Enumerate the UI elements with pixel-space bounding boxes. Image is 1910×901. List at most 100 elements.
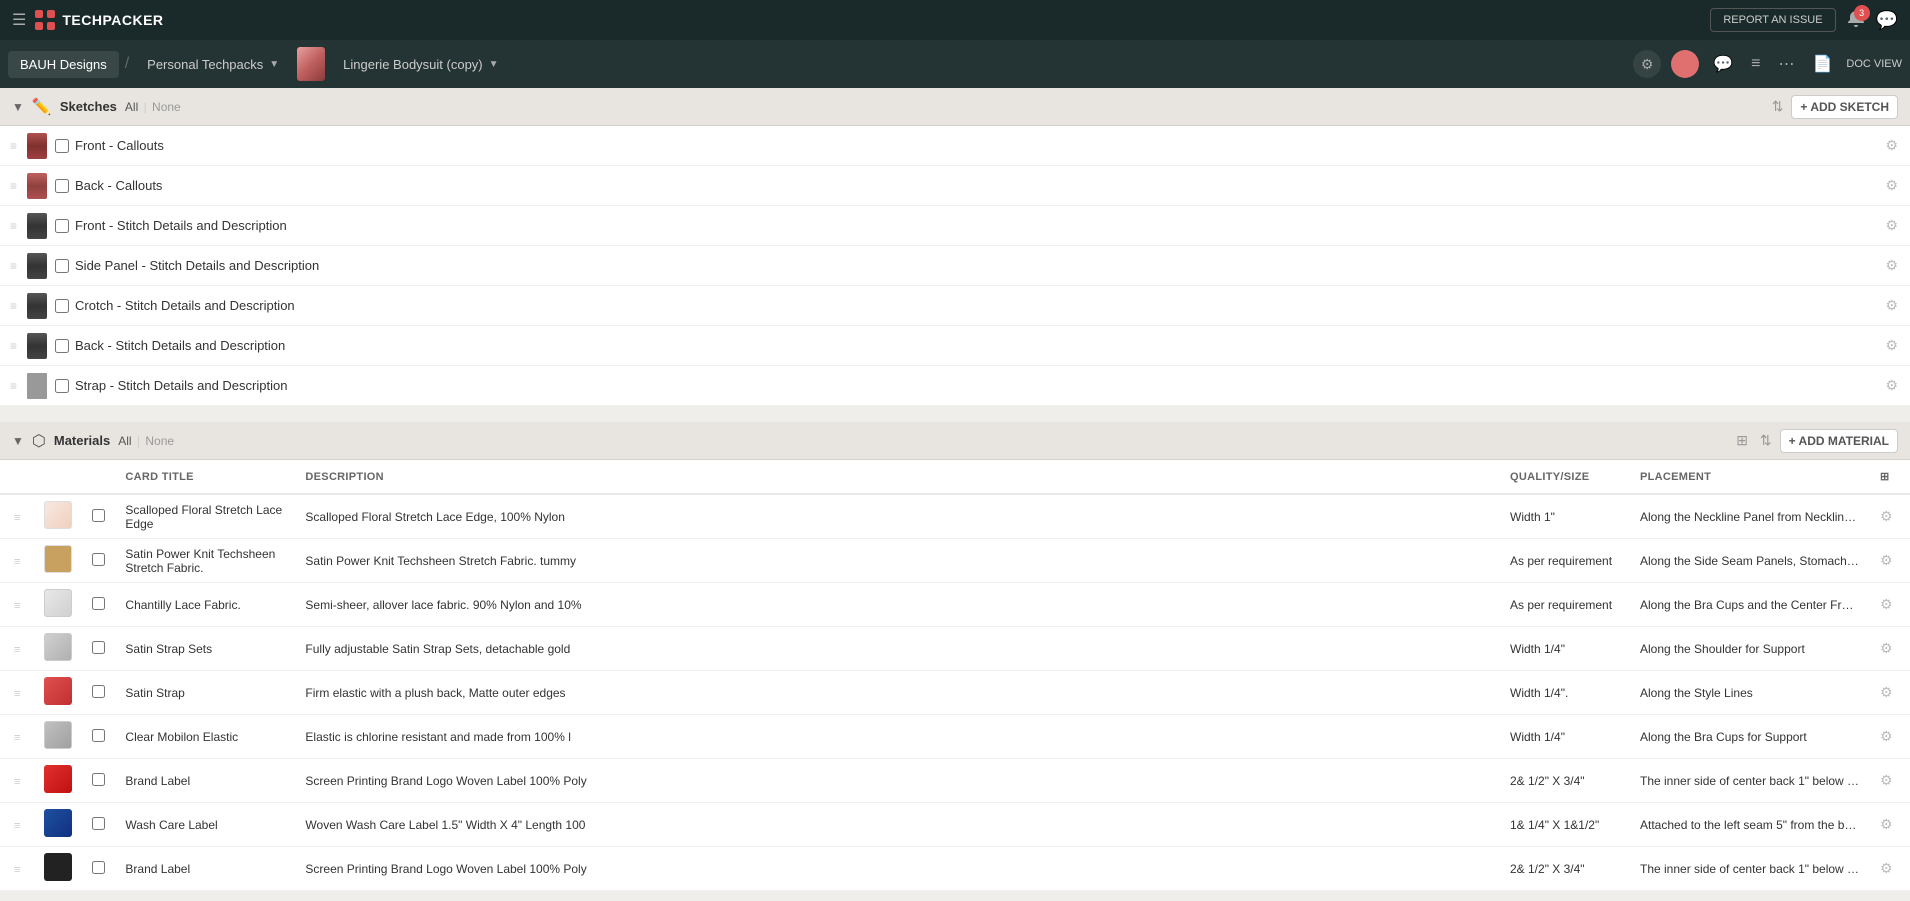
material-checkbox-cell[interactable]: [82, 715, 115, 759]
material-checkbox-cell[interactable]: [82, 494, 115, 539]
sketches-toggle-icon[interactable]: ▼: [12, 100, 24, 114]
row-drag-handle[interactable]: ≡: [0, 627, 34, 671]
material-checkbox[interactable]: [92, 509, 105, 522]
material-settings-cell[interactable]: ⚙: [1870, 715, 1910, 759]
product-tab[interactable]: Lingerie Bodysuit (copy) ▼: [331, 51, 510, 78]
more-options-icon[interactable]: ⋯: [1774, 50, 1798, 78]
drag-handle-icon[interactable]: ≡: [8, 140, 19, 152]
material-checkbox[interactable]: [92, 817, 105, 830]
material-checkbox[interactable]: [92, 597, 105, 610]
comment-icon[interactable]: 💬: [1709, 50, 1737, 78]
row-drag-handle[interactable]: ≡: [0, 539, 34, 583]
sketch-name: Crotch - Stitch Details and Description: [75, 298, 1875, 313]
material-settings-cell[interactable]: ⚙: [1870, 847, 1910, 891]
material-settings-cell[interactable]: ⚙: [1870, 803, 1910, 847]
mat-filter-none-label[interactable]: None: [145, 434, 174, 448]
sketches-filter: All | None: [125, 100, 181, 114]
material-checkbox[interactable]: [92, 773, 105, 786]
sketch-settings-icon[interactable]: ⚙: [1881, 295, 1902, 316]
sketch-checkbox[interactable]: [55, 299, 69, 313]
materials-table-wrap: Card Title DESCRIPTION QUALITY/SIZE PLAC…: [0, 460, 1910, 891]
material-settings-icon[interactable]: ⚙: [1880, 772, 1893, 788]
row-drag-handle[interactable]: ≡: [0, 671, 34, 715]
row-drag-handle[interactable]: ≡: [0, 583, 34, 627]
sketch-checkbox[interactable]: [55, 139, 69, 153]
notifications-icon[interactable]: 3: [1846, 9, 1866, 32]
material-settings-cell[interactable]: ⚙: [1870, 494, 1910, 539]
sketch-checkbox[interactable]: [55, 259, 69, 273]
drag-handle-icon[interactable]: ≡: [8, 300, 19, 312]
row-drag-handle[interactable]: ≡: [0, 803, 34, 847]
drag-handle-icon[interactable]: ≡: [8, 180, 19, 192]
filter-none-label[interactable]: None: [152, 100, 181, 114]
sketch-settings-icon[interactable]: ⚙: [1881, 215, 1902, 236]
sketch-thumbnail: [25, 211, 49, 241]
sketch-settings-icon[interactable]: ⚙: [1881, 375, 1902, 396]
doc-view-label[interactable]: DOC VIEW: [1846, 58, 1902, 70]
material-checkbox[interactable]: [92, 861, 105, 874]
row-drag-handle[interactable]: ≡: [0, 847, 34, 891]
row-drag-handle[interactable]: ≡: [0, 494, 34, 539]
sketch-checkbox[interactable]: [55, 179, 69, 193]
sketch-settings-icon[interactable]: ⚙: [1881, 255, 1902, 276]
mat-filter-all-label[interactable]: All: [118, 434, 131, 448]
mat-grid-icon[interactable]: ⊞: [1732, 428, 1752, 453]
drag-handle-icon[interactable]: ≡: [8, 340, 19, 352]
material-settings-icon[interactable]: ⚙: [1880, 508, 1893, 524]
material-checkbox[interactable]: [92, 729, 105, 742]
chat-icon[interactable]: 💬: [1876, 10, 1898, 31]
material-checkbox-cell[interactable]: [82, 671, 115, 715]
add-material-button[interactable]: + ADD MATERIAL: [1780, 429, 1898, 453]
row-drag-handle[interactable]: ≡: [0, 715, 34, 759]
table-header-row: Card Title DESCRIPTION QUALITY/SIZE PLAC…: [0, 460, 1910, 494]
avatar[interactable]: [1671, 50, 1699, 78]
sketch-settings-icon[interactable]: ⚙: [1881, 175, 1902, 196]
materials-toggle-icon[interactable]: ▼: [12, 434, 24, 448]
sketch-settings-icon[interactable]: ⚙: [1881, 335, 1902, 356]
sketch-settings-icon[interactable]: ⚙: [1881, 135, 1902, 156]
report-issue-button[interactable]: REPORT AN ISSUE: [1710, 8, 1835, 32]
material-settings-icon[interactable]: ⚙: [1880, 552, 1893, 568]
tab-bar: BAUH Designs / Personal Techpacks ▼ Ling…: [0, 40, 1910, 88]
material-settings-icon[interactable]: ⚙: [1880, 728, 1893, 744]
material-settings-cell[interactable]: ⚙: [1870, 759, 1910, 803]
notif-count: 3: [1854, 5, 1870, 21]
material-checkbox-cell[interactable]: [82, 627, 115, 671]
menu-icon[interactable]: ☰: [12, 10, 26, 30]
material-settings-cell[interactable]: ⚙: [1870, 539, 1910, 583]
filter-icon[interactable]: ≡: [1747, 51, 1764, 77]
sketch-checkbox[interactable]: [55, 219, 69, 233]
row-drag-handle[interactable]: ≡: [0, 759, 34, 803]
material-settings-icon[interactable]: ⚙: [1880, 640, 1893, 656]
workspace-tab[interactable]: BAUH Designs: [8, 51, 119, 78]
material-checkbox-cell[interactable]: [82, 583, 115, 627]
material-quality-cell: As per requirement: [1500, 539, 1630, 583]
settings-button[interactable]: ⚙: [1633, 50, 1661, 78]
material-checkbox-cell[interactable]: [82, 803, 115, 847]
material-checkbox-cell[interactable]: [82, 759, 115, 803]
material-settings-cell[interactable]: ⚙: [1870, 627, 1910, 671]
table-column-toggle-icon[interactable]: ⊞: [1880, 471, 1890, 483]
material-settings-cell[interactable]: ⚙: [1870, 671, 1910, 715]
drag-handle-icon[interactable]: ≡: [8, 380, 19, 392]
material-settings-icon[interactable]: ⚙: [1880, 860, 1893, 876]
sketch-checkbox[interactable]: [55, 379, 69, 393]
drag-handle-icon[interactable]: ≡: [8, 220, 19, 232]
material-settings-icon[interactable]: ⚙: [1880, 816, 1893, 832]
material-settings-icon[interactable]: ⚙: [1880, 596, 1893, 612]
mat-sort-icon[interactable]: ⇅: [1760, 432, 1772, 449]
material-checkbox[interactable]: [92, 641, 105, 654]
material-settings-icon[interactable]: ⚙: [1880, 684, 1893, 700]
add-sketch-button[interactable]: + ADD SKETCH: [1791, 95, 1898, 119]
material-checkbox[interactable]: [92, 685, 105, 698]
material-checkbox-cell[interactable]: [82, 847, 115, 891]
sketch-checkbox[interactable]: [55, 339, 69, 353]
techpacks-tab[interactable]: Personal Techpacks ▼: [135, 51, 291, 78]
filter-all-label[interactable]: All: [125, 100, 138, 114]
drag-handle-icon[interactable]: ≡: [8, 260, 19, 272]
col-desc-header: DESCRIPTION: [295, 460, 1500, 494]
material-settings-cell[interactable]: ⚙: [1870, 583, 1910, 627]
material-checkbox[interactable]: [92, 553, 105, 566]
sort-icon[interactable]: ⇅: [1772, 98, 1784, 115]
material-checkbox-cell[interactable]: [82, 539, 115, 583]
